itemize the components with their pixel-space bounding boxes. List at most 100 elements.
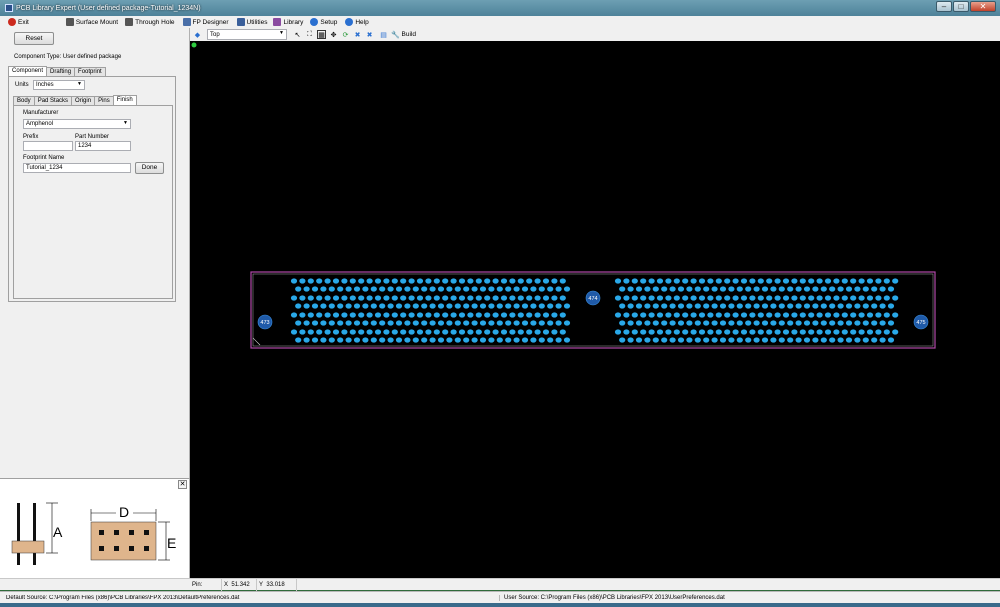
mirror-x-icon[interactable]: ✖ xyxy=(353,30,362,39)
finish-tab-panel: Manufacturer Amphenol ▼ Prefix Part Numb… xyxy=(13,105,173,299)
minimize-button[interactable]: – xyxy=(936,1,952,12)
pad xyxy=(442,312,449,318)
tab-footprint[interactable]: Footprint xyxy=(74,67,106,76)
pad xyxy=(635,286,643,292)
pad xyxy=(879,286,886,292)
pad xyxy=(484,312,491,318)
pad xyxy=(551,329,558,335)
pad xyxy=(433,329,440,335)
footprint-drawing[interactable]: 473 474 475 xyxy=(190,41,1000,578)
close-icon[interactable]: ✕ xyxy=(178,480,187,489)
pad xyxy=(887,303,895,309)
pad xyxy=(833,295,840,301)
part-number-input[interactable]: 1234 xyxy=(75,141,131,151)
pad xyxy=(631,312,638,318)
pad xyxy=(517,329,524,335)
tab-body[interactable]: Body xyxy=(13,96,35,105)
pad xyxy=(408,295,415,301)
body-top xyxy=(90,521,157,561)
pad xyxy=(324,312,331,318)
pad xyxy=(669,337,676,343)
pad xyxy=(749,312,756,318)
pad xyxy=(362,337,369,343)
pad xyxy=(669,303,676,309)
pad xyxy=(366,329,373,335)
mirror-y-icon[interactable]: ✖ xyxy=(365,30,374,39)
pad xyxy=(408,278,415,284)
pad xyxy=(803,337,811,343)
body-side xyxy=(11,540,45,554)
pad xyxy=(661,337,668,343)
utilities-icon xyxy=(236,18,245,26)
menu-exit[interactable]: Exit xyxy=(8,16,29,28)
pad xyxy=(745,286,752,292)
layer-select[interactable]: Top ▼ xyxy=(207,29,287,40)
zoom-window-icon[interactable]: ▦ xyxy=(317,30,326,39)
pad xyxy=(479,303,487,309)
menu-library[interactable]: Library xyxy=(273,16,303,28)
tab-origin[interactable]: Origin xyxy=(71,96,96,105)
pad xyxy=(761,286,769,292)
pad xyxy=(496,320,503,326)
footprint-canvas[interactable]: 473 474 475 xyxy=(190,41,1000,578)
tab-component[interactable]: Component xyxy=(8,66,48,76)
pad xyxy=(345,320,352,326)
manufacturer-select[interactable]: Amphenol ▼ xyxy=(23,119,131,129)
menu-fp-designer[interactable]: FP Designer xyxy=(182,16,229,28)
pan-icon[interactable]: ✥ xyxy=(329,30,338,39)
menu-through-hole[interactable]: Through Hole xyxy=(125,16,175,28)
pad xyxy=(749,329,756,335)
pad xyxy=(370,337,377,343)
pad xyxy=(669,286,676,292)
pad xyxy=(812,286,819,292)
pad xyxy=(627,303,634,309)
chevron-down-icon: ▼ xyxy=(123,120,128,126)
footprint-name-input[interactable]: Tutorial_1234 xyxy=(23,163,131,173)
menu-surface-mount[interactable]: Surface Mount xyxy=(65,16,118,28)
pad xyxy=(652,320,659,326)
pad xyxy=(623,278,630,284)
pad xyxy=(563,320,571,326)
sub-tabs: Body Pad Stacks Origin Pins Finish xyxy=(13,95,137,105)
pad xyxy=(673,329,680,335)
done-button[interactable]: Done xyxy=(135,162,164,174)
menu-utilities[interactable]: Utilities xyxy=(236,16,267,28)
pad xyxy=(337,286,344,292)
pad xyxy=(307,312,314,318)
pad xyxy=(496,337,503,343)
maximize-button[interactable]: □ xyxy=(953,1,969,12)
pointer-icon[interactable]: ↖ xyxy=(293,30,302,39)
build-button[interactable]: 🔧 Build xyxy=(391,30,416,39)
pad xyxy=(290,329,298,335)
pad xyxy=(732,312,739,318)
pad xyxy=(703,337,710,343)
pad xyxy=(341,329,348,335)
pad xyxy=(883,278,890,284)
app-icon xyxy=(5,4,13,12)
pad xyxy=(400,278,407,284)
pad xyxy=(437,286,445,292)
pad xyxy=(383,295,390,301)
zoom-fit-icon[interactable]: ⛶ xyxy=(305,30,314,39)
pad xyxy=(791,312,798,318)
pad xyxy=(820,337,827,343)
refresh-icon[interactable]: ⟳ xyxy=(341,30,350,39)
pad xyxy=(467,329,474,335)
reset-button[interactable]: Reset xyxy=(14,32,54,45)
pad xyxy=(349,329,356,335)
menu-setup[interactable]: Setup xyxy=(310,16,337,28)
menu-help[interactable]: Help xyxy=(345,16,369,28)
prefix-input[interactable] xyxy=(23,141,73,151)
units-select[interactable]: Inches ▼ xyxy=(33,80,85,90)
pad xyxy=(391,278,398,284)
tab-pins[interactable]: Pins xyxy=(94,96,114,105)
tab-drafting[interactable]: Drafting xyxy=(46,67,76,76)
close-button[interactable]: ✕ xyxy=(970,1,996,12)
fp-designer-icon xyxy=(182,18,191,26)
pad xyxy=(799,278,806,284)
tab-pad-stacks[interactable]: Pad Stacks xyxy=(33,96,73,105)
setup-icon xyxy=(310,18,319,26)
pad xyxy=(437,320,445,326)
tab-finish[interactable]: Finish xyxy=(112,95,137,105)
stack-icon[interactable]: ▤ xyxy=(379,30,388,39)
